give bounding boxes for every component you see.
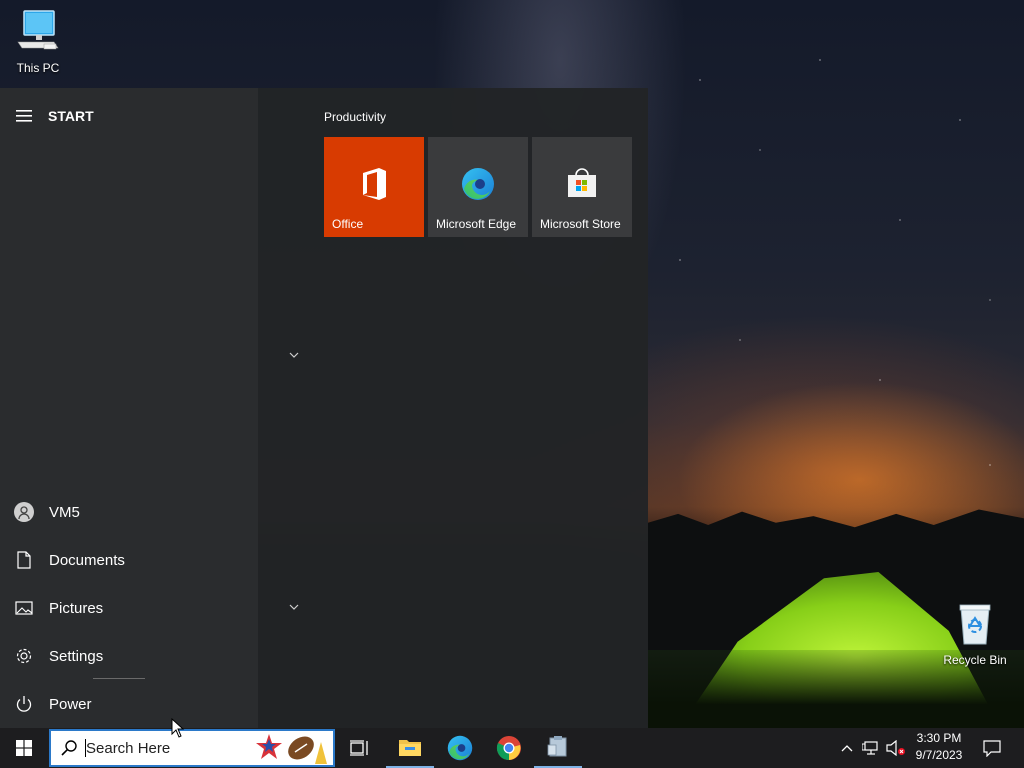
taskbar-file-explorer[interactable] [386,728,434,768]
office-icon [324,167,424,201]
clock-date: 9/7/2023 [915,748,963,762]
show-hidden-icons-button[interactable] [838,728,856,768]
taskbar-chrome[interactable] [485,728,533,768]
start-button[interactable] [0,728,48,768]
taskbar-edge[interactable] [436,728,484,768]
taskbar-clock[interactable]: 3:30 PM 9/7/2023 [910,730,968,766]
document-icon [0,551,48,569]
desktop-icon-label: This PC [16,61,60,75]
rail-item-label: VM5 [49,503,80,521]
rail-item-user[interactable]: VM5 [0,492,258,532]
desktop-icon-recycle-bin[interactable]: Recycle Bin [937,602,1013,667]
tile-office[interactable]: Office [324,137,424,237]
chrome-icon [496,736,521,761]
tile-group-title: Productivity [324,110,387,124]
power-icon [0,695,48,713]
rail-item-power[interactable]: Power [0,684,258,724]
task-view-button[interactable] [336,728,384,768]
desktop-icon-this-pc[interactable]: This PC [0,8,76,75]
file-explorer-icon [399,740,421,756]
tile-label: Microsoft Edge [436,217,517,231]
start-header-label: START [48,108,94,124]
picture-icon [0,601,48,615]
action-center-button[interactable] [978,728,1006,768]
windows-logo-icon [16,740,32,756]
search-icon [51,740,87,756]
start-header[interactable]: START [0,102,94,130]
rail-item-pictures[interactable]: Pictures [0,588,258,628]
rail-item-label: Pictures [49,599,104,617]
rail-item-label: Power [49,695,92,713]
mouse-cursor-icon [171,718,185,738]
avatar [14,502,34,522]
store-icon [532,167,632,201]
rail-divider [93,678,145,679]
app-icon [547,736,567,757]
rail-item-settings[interactable]: Settings [0,636,258,676]
taskbar-search-box[interactable] [49,729,335,767]
rail-item-label: Documents [49,551,125,569]
gear-icon [0,647,48,665]
taskbar-app[interactable] [534,728,582,768]
rail-item-label: Settings [49,647,104,665]
tile-label: Office [332,217,364,231]
desktop-icon-label: Recycle Bin [943,653,1007,667]
chevron-down-icon[interactable] [286,347,302,363]
volume-button[interactable] [885,728,907,768]
edge-icon [428,167,528,201]
notification-icon [983,740,1001,757]
task-view-icon [350,740,368,756]
search-highlight-icon [256,734,327,764]
chevron-down-icon[interactable] [286,599,302,615]
chevron-up-icon [841,745,853,752]
recycle-bin-icon [959,604,991,645]
start-menu: START VM5 Documents Pictures Settings Po… [0,88,648,728]
network-icon [862,741,878,755]
volume-muted-icon [886,740,905,756]
network-button[interactable] [861,728,881,768]
edge-icon [447,735,473,761]
start-menu-rail: START VM5 Documents Pictures Settings Po… [0,88,258,728]
search-input[interactable] [86,739,246,757]
hamburger-menu-icon[interactable] [0,110,48,122]
clock-time: 3:30 PM [916,731,962,745]
tile-microsoft-store[interactable]: Microsoft Store [532,137,632,237]
rail-item-documents[interactable]: Documents [0,540,258,580]
tile-microsoft-edge[interactable]: Microsoft Edge [428,137,528,237]
computer-icon [17,10,59,50]
tile-label: Microsoft Store [540,217,621,231]
